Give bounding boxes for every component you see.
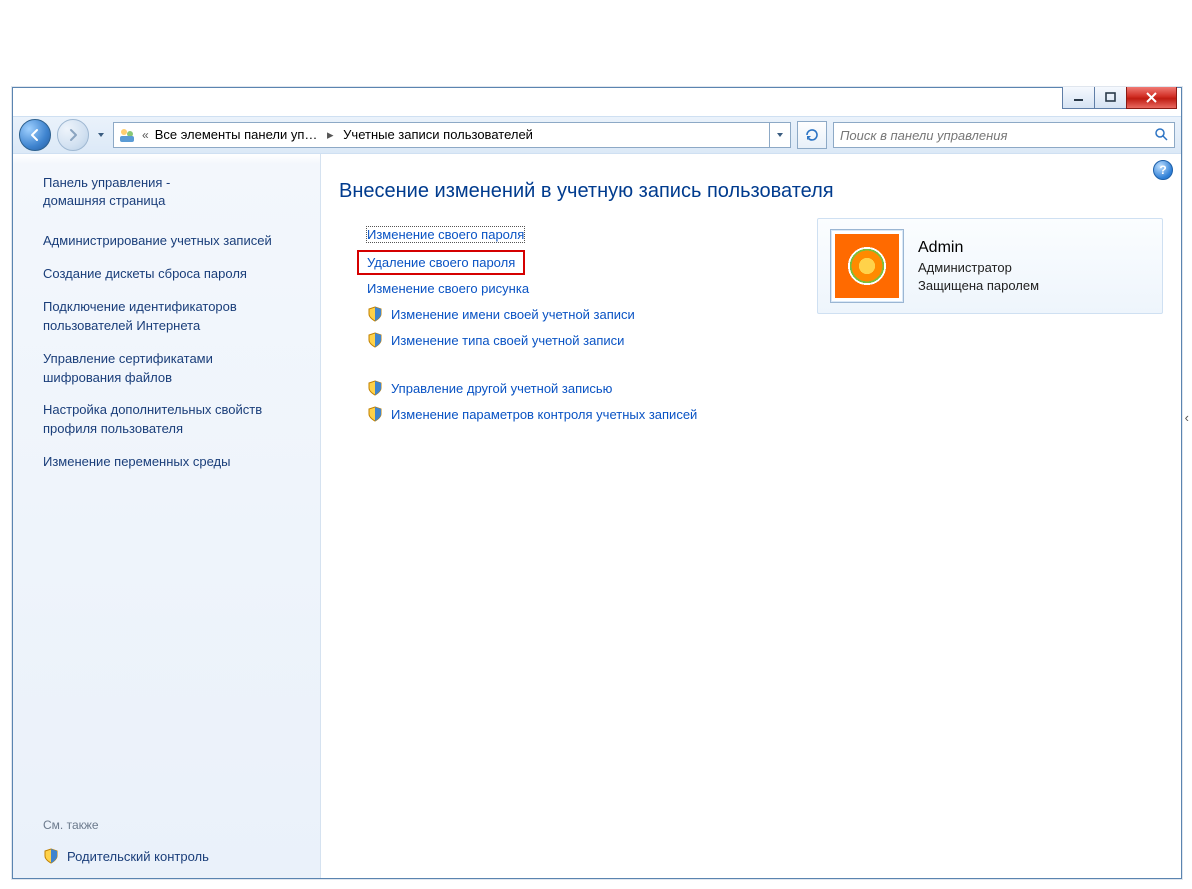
help-button[interactable]: ?	[1153, 160, 1173, 180]
control-panel-window: « Все элементы панели уп… ▸ Учетные запи…	[12, 87, 1182, 879]
refresh-button[interactable]	[797, 121, 827, 149]
page-title: Внесение изменений в учетную запись поль…	[339, 180, 1163, 203]
search-input[interactable]: Поиск в панели управления	[833, 122, 1175, 148]
navigation-bar: « Все элементы панели уп… ▸ Учетные запи…	[13, 116, 1181, 154]
account-card: Admin Администратор Защищена паролем	[817, 218, 1163, 314]
address-bar[interactable]: « Все элементы панели уп… ▸ Учетные запи…	[113, 122, 791, 148]
avatar[interactable]	[830, 229, 904, 303]
sidebar: Панель управления - домашняя страница Ад…	[13, 154, 321, 878]
parental-controls-link[interactable]: Родительский контроль	[43, 848, 209, 864]
shield-icon	[367, 306, 383, 322]
sidebar-link-online-ids[interactable]: Подключение идентификаторов пользователе…	[43, 298, 293, 336]
breadcrumb-current[interactable]: Учетные записи пользователей	[343, 127, 533, 142]
window-body: Панель управления - домашняя страница Ад…	[13, 154, 1181, 878]
shield-icon	[367, 332, 383, 348]
task-uac-settings[interactable]: Изменение параметров контроля учетных за…	[367, 406, 1163, 422]
account-protected: Защищена паролем	[918, 277, 1039, 295]
window-caption-buttons	[1063, 87, 1177, 109]
sidebar-link-encryption-certs[interactable]: Управление сертификатами шифрования файл…	[43, 350, 293, 388]
breadcrumb-overflow-icon[interactable]: «	[142, 128, 149, 142]
nav-history-dropdown[interactable]	[95, 120, 107, 150]
sidebar-link-advanced-profile[interactable]: Настройка дополнительных свойств профиля…	[43, 401, 293, 439]
task-remove-password[interactable]: Удаление своего пароля	[357, 250, 525, 275]
breadcrumb-separator-icon: ▸	[327, 127, 334, 142]
address-dropdown[interactable]	[769, 123, 790, 147]
avatar-image	[835, 234, 899, 298]
forward-button[interactable]	[57, 119, 89, 151]
search-icon	[1154, 127, 1168, 144]
control-panel-home-link[interactable]: Панель управления - домашняя страница	[43, 174, 302, 210]
maximize-button[interactable]	[1094, 87, 1127, 109]
shield-icon	[43, 848, 59, 864]
account-role: Администратор	[918, 259, 1039, 277]
shield-icon	[367, 406, 383, 422]
task-manage-other-account[interactable]: Управление другой учетной записью	[367, 380, 1163, 396]
minimize-button[interactable]	[1062, 87, 1095, 109]
close-button[interactable]	[1126, 87, 1177, 109]
sidebar-link-manage-accounts[interactable]: Администрирование учетных записей	[43, 232, 293, 251]
account-info: Admin Администратор Защищена паролем	[918, 237, 1039, 296]
sidebar-link-env-vars[interactable]: Изменение переменных среды	[43, 453, 293, 472]
sidebar-link-password-reset-disk[interactable]: Создание дискеты сброса пароля	[43, 265, 293, 284]
breadcrumb-parent[interactable]: Все элементы панели уп…	[155, 127, 318, 142]
user-accounts-icon	[118, 126, 136, 144]
see-also-heading: См. также	[43, 818, 99, 832]
search-placeholder: Поиск в панели управления	[840, 128, 1007, 143]
preview-pane-toggle-icon[interactable]: ‹	[1185, 410, 1189, 425]
shield-icon	[367, 380, 383, 396]
back-button[interactable]	[19, 119, 51, 151]
account-name: Admin	[918, 237, 1039, 259]
breadcrumb: Все элементы панели уп… ▸ Учетные записи…	[155, 127, 533, 143]
task-change-type[interactable]: Изменение типа своей учетной записи	[367, 332, 1163, 348]
main-content: ? Внесение изменений в учетную запись по…	[321, 154, 1181, 878]
